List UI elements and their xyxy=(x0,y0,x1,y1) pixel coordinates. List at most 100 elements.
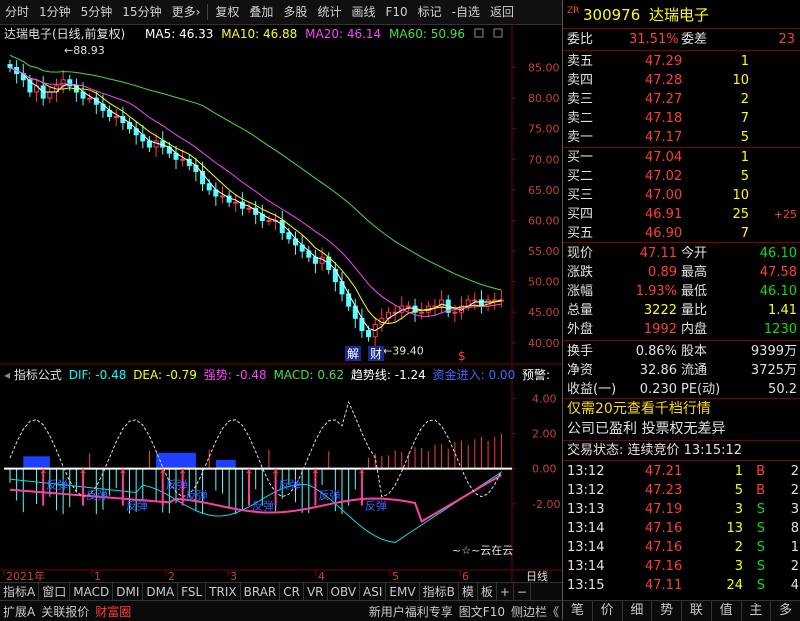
signal-label: 反弹 xyxy=(86,488,108,502)
promo-text-1[interactable]: 仅需20元查看千档行情 xyxy=(567,400,711,419)
fund-block xyxy=(23,456,50,469)
toolbar-item-13[interactable]: 返回 xyxy=(485,0,519,24)
dividend-marker[interactable]: $ xyxy=(458,349,466,363)
indicator-tab-15[interactable]: 板 xyxy=(478,583,497,601)
indicator-tab-14[interactable]: 模 xyxy=(459,583,478,601)
trade-state: 交易状态: 连续竞价 13:15:12 xyxy=(567,443,743,458)
toolbar-item-2[interactable]: 5分钟 xyxy=(76,0,118,24)
indicator-tick-label: 2.00 xyxy=(532,427,557,440)
signal-arrow-icon: ↑ xyxy=(244,468,254,482)
tick-side: S xyxy=(756,578,765,593)
toolbar-item-9[interactable]: 画线 xyxy=(346,0,380,24)
fund-label: 换手 xyxy=(567,344,594,359)
tick-row: 13:13 47.19 3 S 3 xyxy=(563,500,800,519)
quote-tab-7[interactable]: 多 xyxy=(771,601,800,621)
bid-price: 46.90 xyxy=(645,226,683,241)
ma10-label: MA10: 46.88 xyxy=(221,27,298,41)
indicator-tab-3[interactable]: DMI xyxy=(113,583,144,601)
indicator-tab-11[interactable]: ASI xyxy=(360,583,387,601)
indicator-tab-8[interactable]: CR xyxy=(280,583,304,601)
quote-tab-2[interactable]: 细 xyxy=(623,601,653,621)
ask-volume: 10 xyxy=(732,73,749,88)
status-item-5[interactable]: 侧边栏《 xyxy=(508,603,562,620)
indicator-name[interactable]: 指标公式 xyxy=(14,368,62,382)
tick-volume: 1 xyxy=(734,464,743,479)
toolbar-item-11[interactable]: 标记 xyxy=(413,0,447,24)
kline-chart[interactable]: 85.0080.0075.0070.0065.0060.0055.0050.00… xyxy=(0,24,562,582)
toolbar-item-5[interactable]: 复权 xyxy=(210,0,244,24)
toolbar-item-4[interactable]: 更多› xyxy=(167,0,206,24)
price-tick-label: 65.00 xyxy=(528,184,560,197)
toolbar-item-0[interactable]: 分时 xyxy=(0,0,34,24)
candle xyxy=(146,136,152,152)
fundamental-row: 换手 0.86% 股本 9399万 xyxy=(563,342,800,361)
period-label[interactable]: 日线 xyxy=(526,569,548,582)
tick-row: 13:12 47.23 5 B 2 xyxy=(563,481,800,500)
indicator-tab-0[interactable]: 指标A xyxy=(0,583,40,601)
collapse-icon[interactable]: ◂ xyxy=(4,368,10,382)
ask-volume: 5 xyxy=(740,130,749,145)
indicator-tab-1[interactable]: 窗口 xyxy=(39,583,71,601)
indicator-tab-7[interactable]: BRAR xyxy=(241,583,281,601)
indicator-tab-13[interactable]: 指标B xyxy=(420,583,459,601)
stock-title: 达瑞电子(日线,前复权) xyxy=(4,27,126,41)
quote-tab-5[interactable]: 值 xyxy=(712,601,742,621)
ask-row: 卖三 47.27 2 xyxy=(563,90,800,109)
tick-volume: 24 xyxy=(726,578,743,593)
promo-row-1[interactable]: 仅需20元查看千档行情 xyxy=(563,400,800,419)
toolbar-item-3[interactable]: 15分钟 xyxy=(117,0,166,24)
maximize-icon[interactable] xyxy=(493,28,503,38)
toolbar-item-12[interactable]: -自选 xyxy=(447,0,485,24)
status-item-0[interactable]: 扩展A xyxy=(0,603,38,620)
status-item-1[interactable]: 关联报价 xyxy=(38,603,92,620)
promo-row-2: 公司已盈利 投票权无差异 xyxy=(563,420,800,439)
signal-label: 反弹 xyxy=(279,477,301,491)
macd-label: MACD: 0.62 xyxy=(273,368,345,382)
quote-tab-4[interactable]: 联 xyxy=(682,601,712,621)
window-toggle-icon[interactable] xyxy=(474,28,484,38)
watermark: ~☆~云在云 xyxy=(452,544,513,557)
indicator-tab-4[interactable]: DMA xyxy=(143,583,179,601)
fund-label: 净资 xyxy=(567,363,594,378)
time-label: 2021年 xyxy=(6,569,45,582)
stat-label: 涨跌 xyxy=(567,265,594,280)
chart-legend: 达瑞电子(日线,前复权) MA5: 46.33 MA10: 46.88 MA20… xyxy=(4,25,465,42)
trade-state-row: 交易状态: 连续竞价 13:15:12 xyxy=(563,441,800,460)
indicator-tab-9[interactable]: VR xyxy=(304,583,328,601)
quote-tab-3[interactable]: 势 xyxy=(652,601,682,621)
indicator-tab-12[interactable]: EMV xyxy=(386,583,420,601)
toolbar-item-8[interactable]: 统计 xyxy=(312,0,346,24)
candle xyxy=(213,182,219,206)
candle xyxy=(465,295,471,312)
weibi-label: 委比 xyxy=(567,32,594,47)
candle xyxy=(107,105,113,122)
ma20-line xyxy=(9,67,502,317)
quote-tab-0[interactable]: 笔 xyxy=(563,601,593,621)
status-item-4[interactable]: 图文F10 xyxy=(456,603,508,620)
indicator-tab-16[interactable]: + xyxy=(497,583,514,601)
toolbar-item-1[interactable]: 1分钟 xyxy=(34,0,76,24)
toolbar-item-10[interactable]: F10 xyxy=(380,0,412,24)
bid-price: 47.00 xyxy=(645,188,683,203)
time-label: 6 xyxy=(462,570,469,582)
indicator-tab-17[interactable]: − xyxy=(514,583,531,601)
status-item-2[interactable]: 财富圈 xyxy=(92,603,134,620)
quote-tab-6[interactable]: 主 xyxy=(742,601,772,621)
tick-count: 3 xyxy=(790,502,799,517)
toolbar-item-6[interactable]: 叠加 xyxy=(244,0,278,24)
status-item-3[interactable]: 新用户福利专享 xyxy=(366,603,456,620)
toolbar-item-7[interactable]: 多股 xyxy=(278,0,312,24)
indicator-tab-10[interactable]: OBV xyxy=(328,583,361,601)
indicator-tab-6[interactable]: TRIX xyxy=(206,583,241,601)
price-tick-label: 70.00 xyxy=(528,153,560,166)
candle xyxy=(34,78,40,102)
bid-row: 买一 47.04 1 xyxy=(563,148,800,167)
indicator-tab-5[interactable]: FSL xyxy=(178,583,207,601)
tick-count: 2 xyxy=(790,559,799,574)
indicator-tab-2[interactable]: MACD xyxy=(70,583,114,601)
bid-price: 47.02 xyxy=(645,169,683,184)
price-tick-label: 85.00 xyxy=(528,62,560,75)
candle xyxy=(312,249,318,274)
fund-label: 收益(一) xyxy=(567,382,617,397)
quote-tab-1[interactable]: 价 xyxy=(593,601,623,621)
